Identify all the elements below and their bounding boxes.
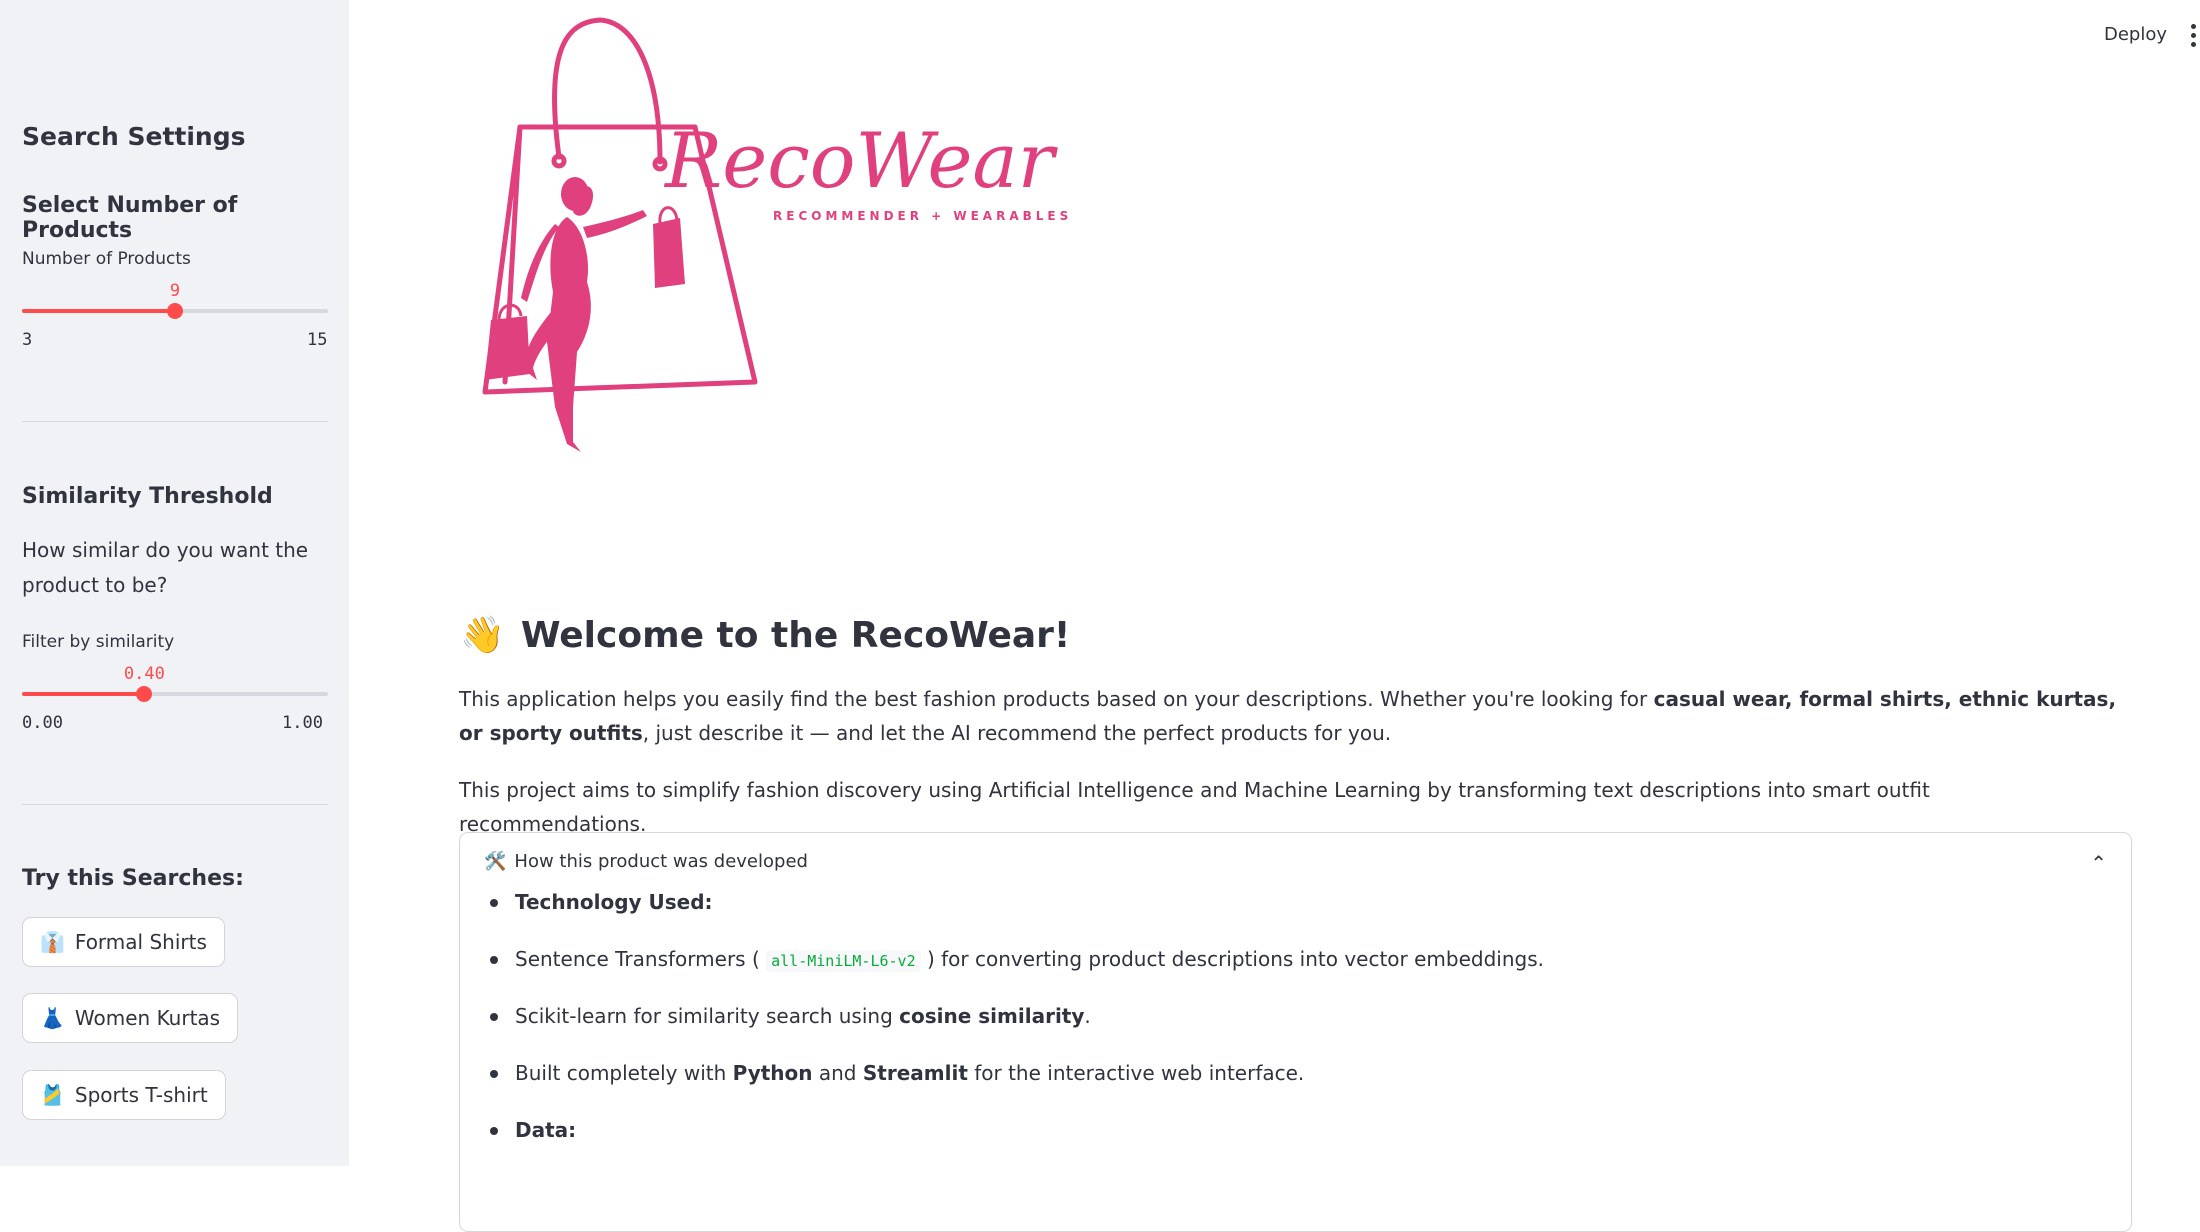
products-slider-label: Number of Products [22, 249, 191, 269]
deploy-button[interactable]: Deploy [2104, 24, 2167, 45]
slider-max: 15 [307, 330, 328, 350]
divider [22, 421, 328, 422]
list-item: Data: [488, 1115, 1544, 1172]
searches-heading: Try this Searches: [22, 866, 244, 891]
slider-thumb[interactable] [167, 303, 183, 319]
search-formal-shirts-button[interactable]: 👔 Formal Shirts [22, 917, 225, 967]
slider-fill [22, 692, 145, 696]
welcome-title-text: Welcome to the RecoWear! [520, 614, 1071, 656]
chip-label: Women Kurtas [74, 1006, 221, 1030]
welcome-title: 👋 Welcome to the RecoWear! [460, 614, 1071, 657]
list-item: Built completely with Python and Streaml… [488, 1058, 1544, 1115]
products-slider[interactable]: 9 [22, 281, 328, 333]
recowear-logo: RecoWear RECOMMENDER + WEARABLES [482, 17, 1072, 452]
search-women-kurtas-button[interactable]: 👗 Women Kurtas [22, 993, 239, 1043]
list-item: Sentence Transformers ( all-MiniLM-L6-v2… [488, 944, 1544, 1001]
running-shirt-icon: 🎽 [40, 1083, 65, 1107]
kebab-menu-icon[interactable] [2190, 24, 2196, 48]
slider-fill [22, 309, 175, 313]
slider-value: 9 [169, 281, 181, 301]
slider-thumb[interactable] [136, 686, 153, 702]
chip-label: Sports T-shirt [74, 1083, 208, 1107]
divider [22, 804, 328, 805]
tech-list: Technology Used: Sentence Transformers (… [488, 887, 1544, 1172]
shirt-icon: 👔 [40, 930, 65, 954]
products-heading: Select Number of Products [22, 193, 238, 243]
waving-hand-icon: 👋 [460, 615, 505, 656]
dress-icon: 👗 [40, 1006, 65, 1030]
sidebar: Search Settings Select Number of Product… [0, 0, 349, 1166]
project-paragraph: This project aims to simplify fashion di… [459, 778, 1930, 836]
logo-tagline: RECOMMENDER + WEARABLES [773, 209, 1072, 223]
list-item: Scikit-learn for similarity search using… [488, 1001, 1544, 1058]
search-sports-tshirt-button[interactable]: 🎽 Sports T-shirt [22, 1070, 226, 1120]
similarity-slider[interactable]: 0.40 [22, 664, 328, 716]
similarity-heading: Similarity Threshold [22, 484, 273, 509]
sidebar-title: Search Settings [22, 122, 246, 151]
development-expander[interactable]: 🛠️ How this product was developed ⌃ Tech… [459, 832, 2132, 1232]
model-code: all-MiniLM-L6-v2 [766, 950, 921, 972]
expander-header[interactable]: 🛠️ How this product was developed [484, 851, 808, 872]
chip-label: Formal Shirts [74, 930, 207, 954]
similarity-slider-label: Filter by similarity [22, 632, 175, 652]
expander-title: How this product was developed [514, 851, 808, 872]
chevron-up-icon[interactable]: ⌃ [2090, 851, 2107, 875]
slider-min: 3 [22, 330, 33, 350]
slider-min: 0.00 [22, 713, 63, 733]
intro-paragraph: This application helps you easily find t… [459, 687, 2117, 745]
slider-value: 0.40 [123, 664, 165, 684]
logo-brand: RecoWear [663, 116, 1059, 205]
slider-max: 1.00 [282, 713, 323, 733]
list-item: Technology Used: [488, 887, 1544, 944]
similarity-description: How similar do you want the product to b… [22, 538, 309, 597]
tools-icon: 🛠️ [484, 851, 507, 872]
